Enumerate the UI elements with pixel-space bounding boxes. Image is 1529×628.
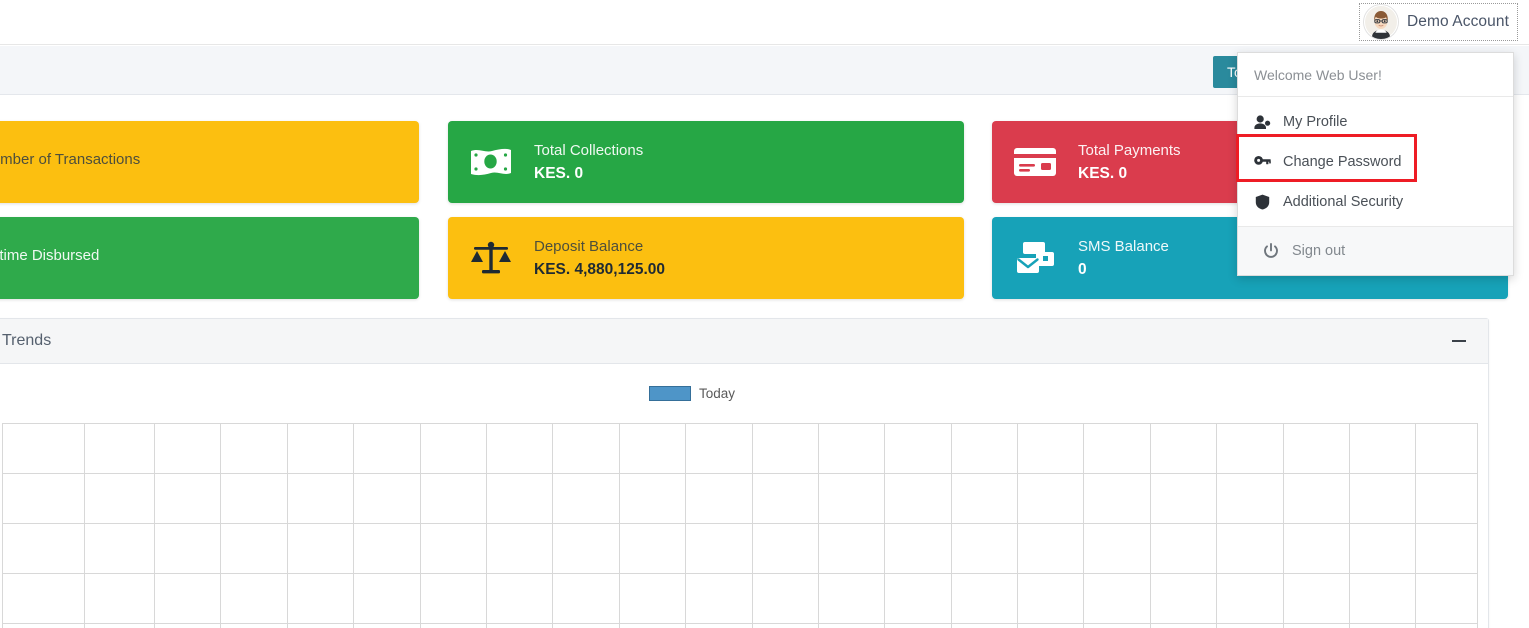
trends-panel-header: Trends bbox=[0, 319, 1488, 364]
legend-label-today: Today bbox=[699, 386, 735, 401]
credit-card-icon bbox=[992, 146, 1078, 178]
top-navbar: Demo Account bbox=[0, 0, 1529, 45]
menu-item-my-profile[interactable]: My Profile bbox=[1238, 102, 1513, 142]
stat-card-text: SMS Balance 0 bbox=[1078, 238, 1181, 279]
trends-panel: Trends Today bbox=[0, 318, 1489, 628]
stat-card-title: SMS Balance bbox=[1078, 238, 1169, 256]
stat-card-number-of-transactions[interactable]: Number of Transactions bbox=[0, 121, 419, 203]
stat-card-value: KES. 0 bbox=[1078, 164, 1181, 183]
menu-item-label: Change Password bbox=[1283, 154, 1402, 170]
user-profile-icon bbox=[1254, 115, 1271, 130]
minus-icon[interactable] bbox=[1448, 330, 1470, 352]
account-menu-button[interactable]: Demo Account bbox=[1359, 3, 1518, 41]
menu-item-additional-security[interactable]: Additional Security bbox=[1238, 182, 1513, 222]
trends-chart-plot-area[interactable] bbox=[2, 423, 1478, 628]
menu-item-sign-out[interactable]: Sign out bbox=[1238, 226, 1513, 275]
stat-card-deposit-balance[interactable]: Deposit Balance KES. 4,880,125.00 bbox=[448, 217, 964, 299]
avatar bbox=[1364, 5, 1398, 39]
account-dropdown-menu: Welcome Web User! My Profile bbox=[1237, 52, 1514, 276]
stat-card-text: Deposit Balance KES. 4,880,125.00 bbox=[534, 238, 677, 279]
sms-envelope-icon bbox=[992, 240, 1078, 276]
stat-card-value: 0 bbox=[1078, 260, 1169, 279]
stat-card-text: Total Collections KES. 0 bbox=[534, 142, 655, 183]
key-icon bbox=[1254, 155, 1271, 170]
balance-scale-icon bbox=[448, 240, 534, 276]
power-icon bbox=[1262, 243, 1279, 259]
stat-card-title: Airtime Disbursed bbox=[0, 247, 99, 265]
menu-item-label: My Profile bbox=[1283, 114, 1347, 130]
stat-card-value: KES. 4,880,125.00 bbox=[534, 260, 665, 279]
stat-card-title: Total Payments bbox=[1078, 142, 1181, 160]
stat-card-text: Airtime Disbursed bbox=[0, 247, 111, 269]
stat-card-value: KES. 0 bbox=[534, 164, 643, 183]
menu-item-label: Additional Security bbox=[1283, 194, 1403, 210]
stat-card-text: Total Payments KES. 0 bbox=[1078, 142, 1193, 183]
menu-item-change-password[interactable]: Change Password bbox=[1238, 142, 1513, 182]
menu-welcome-text: Welcome Web User! bbox=[1238, 53, 1513, 97]
account-name-label: Demo Account bbox=[1407, 13, 1509, 31]
trends-panel-body: Today bbox=[0, 364, 1488, 628]
chart-legend: Today bbox=[0, 386, 1488, 401]
shield-icon bbox=[1254, 194, 1271, 210]
trends-panel-title: Trends bbox=[2, 332, 51, 350]
stat-card-title: Deposit Balance bbox=[534, 238, 665, 256]
stat-card-airtime-disbursed[interactable]: Airtime Disbursed bbox=[0, 217, 419, 299]
stat-card-text: Number of Transactions bbox=[0, 151, 152, 173]
money-bill-icon bbox=[448, 146, 534, 178]
stat-card-total-collections[interactable]: Total Collections KES. 0 bbox=[448, 121, 964, 203]
stat-card-title: Total Collections bbox=[534, 142, 643, 160]
sign-out-label: Sign out bbox=[1292, 243, 1345, 259]
menu-item-list: My Profile Change Password bbox=[1238, 97, 1513, 226]
stat-card-title: Number of Transactions bbox=[0, 151, 140, 169]
legend-swatch-today bbox=[649, 386, 691, 401]
minus-glyph bbox=[1452, 340, 1466, 342]
dashboard-page: Demo Account rd To Number of Transaction… bbox=[0, 0, 1529, 628]
